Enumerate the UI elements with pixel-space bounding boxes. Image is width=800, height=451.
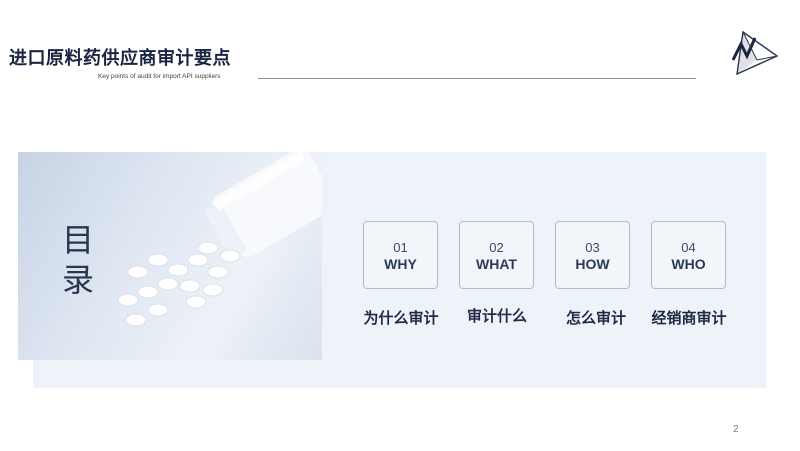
page-title: 进口原料药供应商审计要点 xyxy=(9,48,231,69)
toc-card-word: HOW xyxy=(575,256,610,272)
toc-card-word: WHO xyxy=(671,256,706,272)
toc-card-number: 01 xyxy=(393,240,408,255)
pill-bottle-image: 目录 xyxy=(18,152,322,360)
toc-card-number: 04 xyxy=(681,240,696,255)
toc-card-how[interactable]: 03 HOW xyxy=(555,221,630,289)
toc-card-number: 03 xyxy=(585,240,600,255)
toc-caption-why: 为什么审计 xyxy=(363,309,439,327)
triangle-logo-icon xyxy=(731,30,779,76)
toc-card-number: 02 xyxy=(489,240,504,255)
page-number: 2 xyxy=(733,424,739,435)
page-subtitle: Key points of audit for import API suppl… xyxy=(98,73,221,80)
toc-card-word: WHY xyxy=(384,256,417,272)
toc-card-word: WHAT xyxy=(476,256,517,272)
title-divider xyxy=(258,78,696,79)
toc-caption-who: 经销商审计 xyxy=(651,309,727,327)
toc-caption-how: 怎么审计 xyxy=(565,309,626,327)
toc-caption-what: 审计什么 xyxy=(466,307,527,325)
toc-card-who[interactable]: 04 WHO xyxy=(651,221,726,289)
toc-heading: 目录 xyxy=(61,221,94,299)
toc-card-what[interactable]: 02 WHAT xyxy=(459,221,534,289)
toc-card-why[interactable]: 01 WHY xyxy=(363,221,438,289)
